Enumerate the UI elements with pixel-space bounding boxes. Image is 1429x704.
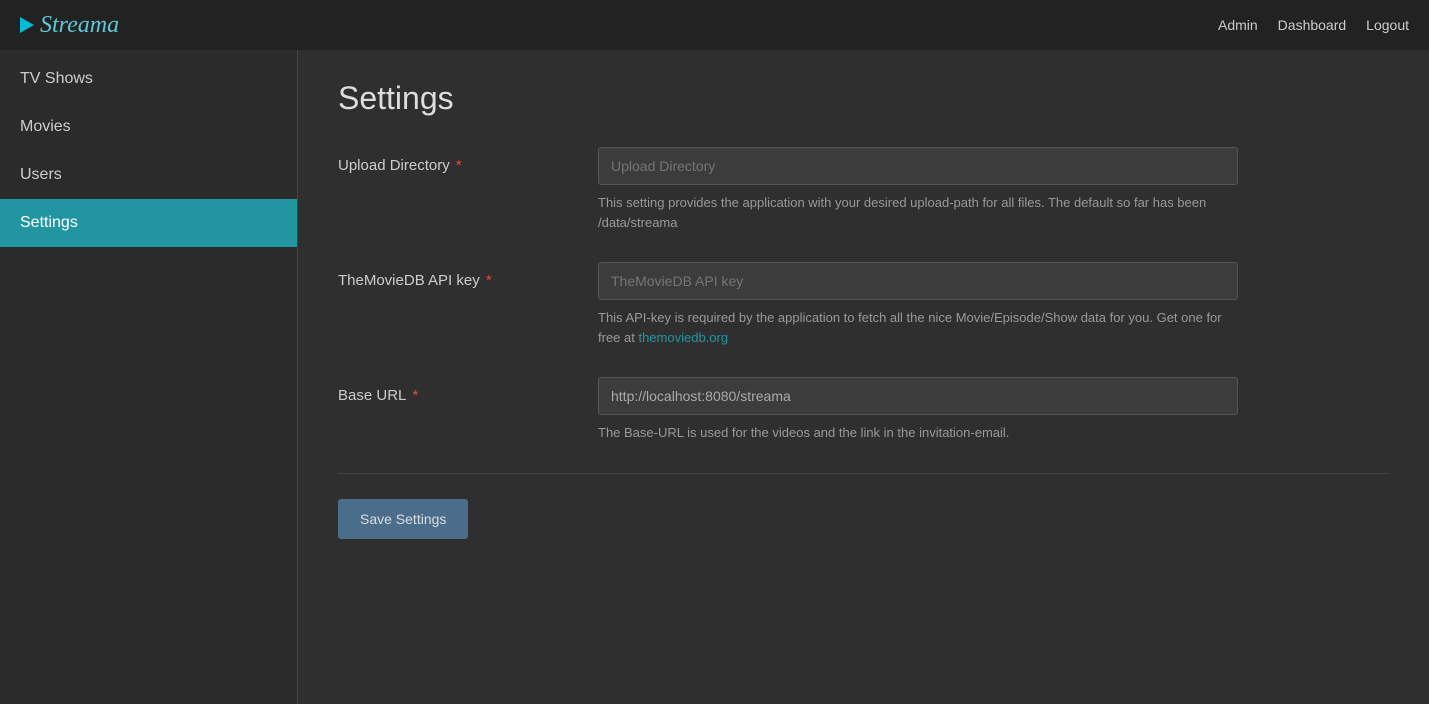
upload-directory-input[interactable] bbox=[598, 147, 1238, 185]
base-url-input[interactable] bbox=[598, 377, 1238, 415]
top-navbar: Streama Admin Dashboard Logout bbox=[0, 0, 1429, 50]
main-layout: TV Shows Movies Users Settings Settings … bbox=[0, 50, 1429, 704]
base-url-section: Base URL * The Base-URL is used for the … bbox=[338, 377, 1389, 443]
upload-directory-help: This setting provides the application wi… bbox=[598, 193, 1238, 232]
sidebar-item-tv-shows[interactable]: TV Shows bbox=[0, 55, 297, 103]
base-url-label: Base URL * bbox=[338, 387, 418, 404]
dashboard-link[interactable]: Dashboard bbox=[1278, 17, 1347, 33]
logout-link[interactable]: Logout bbox=[1366, 17, 1409, 33]
sidebar-item-users[interactable]: Users bbox=[0, 151, 297, 199]
play-icon bbox=[20, 17, 34, 33]
admin-link[interactable]: Admin bbox=[1218, 17, 1258, 33]
settings-content: Settings Upload Directory * This setting… bbox=[297, 50, 1429, 704]
themoviedb-label-col: TheMovieDB API key * bbox=[338, 262, 598, 347]
logo-text: Streama bbox=[40, 12, 119, 39]
themoviedb-api-key-section: TheMovieDB API key * This API-key is req… bbox=[338, 262, 1389, 347]
save-settings-button[interactable]: Save Settings bbox=[338, 499, 468, 539]
themoviedb-label: TheMovieDB API key * bbox=[338, 272, 492, 289]
upload-directory-label-col: Upload Directory * bbox=[338, 147, 598, 232]
upload-directory-section: Upload Directory * This setting provides… bbox=[338, 147, 1389, 232]
themoviedb-help: This API-key is required by the applicat… bbox=[598, 308, 1238, 347]
upload-directory-label: Upload Directory * bbox=[338, 157, 462, 174]
sidebar-item-movies[interactable]: Movies bbox=[0, 103, 297, 151]
themoviedb-link[interactable]: themoviedb.org bbox=[638, 330, 728, 345]
sidebar-item-settings[interactable]: Settings bbox=[0, 199, 297, 247]
upload-directory-field-col: This setting provides the application wi… bbox=[598, 147, 1389, 232]
page-title: Settings bbox=[338, 80, 1389, 117]
sidebar: TV Shows Movies Users Settings bbox=[0, 50, 297, 704]
themoviedb-api-key-input[interactable] bbox=[598, 262, 1238, 300]
themoviedb-field-col: This API-key is required by the applicat… bbox=[598, 262, 1389, 347]
logo[interactable]: Streama bbox=[20, 12, 119, 39]
divider bbox=[338, 473, 1389, 474]
base-url-field-col: The Base-URL is used for the videos and … bbox=[598, 377, 1389, 443]
nav-links: Admin Dashboard Logout bbox=[1218, 17, 1409, 33]
base-url-label-col: Base URL * bbox=[338, 377, 598, 443]
base-url-help: The Base-URL is used for the videos and … bbox=[598, 423, 1238, 443]
